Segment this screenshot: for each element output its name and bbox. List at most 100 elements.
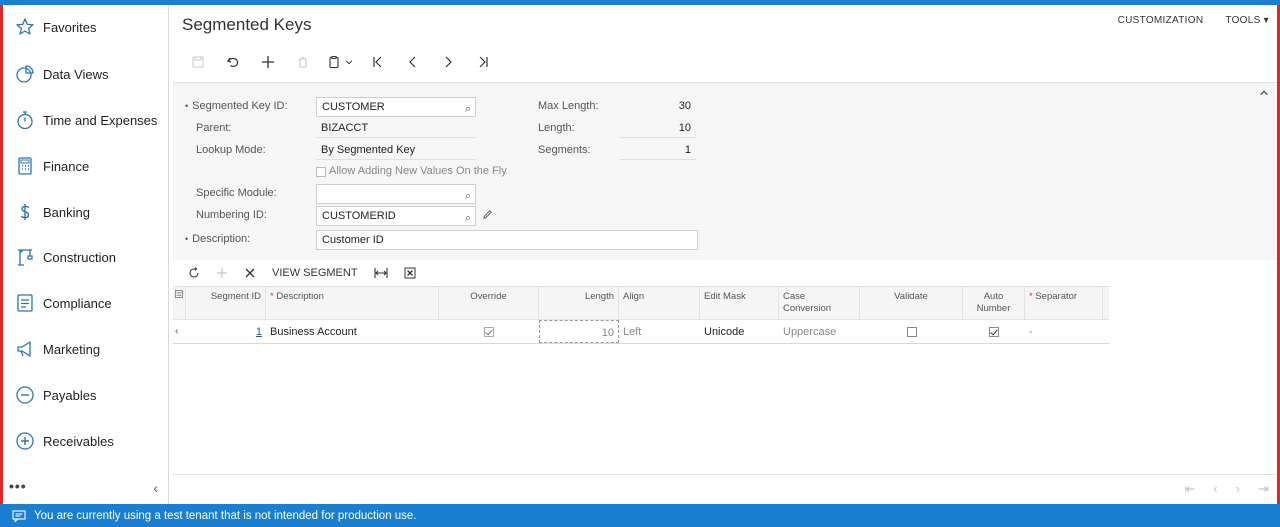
specific-module-label: Specific Module: [196, 187, 277, 199]
close-icon [245, 268, 255, 278]
auto-number-cell[interactable] [963, 320, 1025, 343]
sidebar-item-label: Finance [43, 158, 90, 174]
chevron-up-icon [1260, 90, 1268, 96]
sidebar-item-favorites[interactable]: Favorites [3, 11, 169, 43]
col-description[interactable]: * Description [266, 287, 439, 319]
pager-prev-icon[interactable]: ‹ [1213, 481, 1217, 497]
align-cell[interactable]: Left [619, 320, 700, 343]
table-row[interactable]: ‹ 1 Business Account 10 Left Unicode Upp… [173, 320, 1109, 344]
description-field[interactable]: Customer ID [316, 230, 698, 250]
allow-adding-checkbox[interactable] [316, 167, 326, 177]
edit-mask-cell[interactable]: Unicode [700, 320, 779, 343]
last-icon [479, 56, 488, 68]
col-case-conversion[interactable]: Case Conversion [779, 287, 860, 319]
col-length[interactable]: Length [539, 287, 619, 319]
segments-value: 1 [619, 140, 696, 160]
sidebar-collapse-button[interactable]: ‹ [153, 480, 158, 496]
pager-first-icon[interactable]: ⇤ [1185, 481, 1196, 497]
tools-menu[interactable]: TOOLS ▾ [1225, 15, 1269, 26]
add-button[interactable] [250, 51, 285, 73]
fit-columns-button[interactable] [366, 263, 396, 283]
more-menu-button[interactable]: ••• [9, 478, 27, 494]
chevron-down-icon [345, 60, 353, 65]
export-excel-button[interactable] [396, 263, 424, 283]
first-icon [372, 56, 381, 68]
undo-button[interactable] [215, 51, 250, 73]
save-icon [192, 56, 203, 68]
sidebar-item-label: Data Views [43, 66, 109, 82]
sidebar-item-payables[interactable]: Payables [3, 379, 169, 411]
save-button[interactable] [180, 51, 215, 73]
grid-pager: ⇤ ‹ › ⇥ [1185, 481, 1270, 497]
last-record-button[interactable] [465, 51, 500, 73]
search-icon[interactable]: ⌕ [465, 209, 471, 227]
collapse-form-button[interactable] [1259, 87, 1269, 101]
sidebar-item-marketing[interactable]: Marketing [3, 333, 169, 365]
refresh-button[interactable] [180, 263, 208, 283]
fit-width-icon [374, 268, 388, 278]
validate-cell[interactable] [860, 320, 963, 343]
sidebar-item-finance[interactable]: Finance [3, 150, 169, 182]
sidebar-item-time-and-expenses[interactable]: Time and Expenses [3, 104, 169, 136]
search-icon[interactable]: ⌕ [465, 187, 471, 205]
parent-label: Parent: [196, 122, 232, 134]
segmented-key-id-label: • Segmented Key ID: [185, 100, 288, 112]
col-auto-number[interactable]: Auto Number [963, 287, 1025, 319]
message-icon [12, 509, 26, 522]
length-cell[interactable]: 10 [539, 320, 619, 343]
pager-next-icon[interactable]: › [1236, 481, 1240, 497]
parent-value: BIZACCT [316, 118, 476, 138]
col-separator[interactable]: * Separator [1025, 287, 1103, 319]
sidebar-item-data-views[interactable]: Data Views [3, 58, 169, 90]
sidebar-item-label: Time and Expenses [43, 112, 158, 128]
sidebar-item-construction[interactable]: Construction [3, 241, 169, 273]
segments-grid: Segment ID * Description Override Length… [173, 286, 1109, 344]
segment-description-cell[interactable]: Business Account [266, 320, 439, 343]
sidebar-item-compliance[interactable]: Compliance [3, 287, 169, 319]
previous-record-button[interactable] [395, 51, 430, 73]
first-record-button[interactable] [360, 51, 395, 73]
segment-id-link[interactable]: 1 [186, 320, 266, 343]
col-validate[interactable]: Validate [860, 287, 963, 319]
pager-last-icon[interactable]: ⇥ [1258, 481, 1269, 497]
lookup-mode-label: Lookup Mode: [196, 144, 266, 156]
length-value: 10 [619, 118, 696, 138]
override-checkbox[interactable] [484, 327, 494, 338]
col-segment-id[interactable]: Segment ID [186, 287, 266, 319]
select-all-cell[interactable] [173, 287, 186, 319]
col-align[interactable]: Align [619, 287, 700, 319]
next-record-button[interactable] [430, 51, 465, 73]
delete-row-button[interactable] [236, 263, 264, 283]
override-cell[interactable] [439, 320, 539, 343]
specific-module-field[interactable]: ⌕ [316, 184, 476, 204]
summary-form: • Segmented Key ID: CUSTOMER ⌕ Parent: BI… [173, 82, 1277, 260]
add-row-button[interactable] [208, 263, 236, 283]
search-icon[interactable]: ⌕ [465, 100, 471, 118]
row-indicator-icon: ‹ [175, 326, 179, 337]
numbering-id-field[interactable]: CUSTOMERID ⌕ [316, 206, 476, 226]
case-conversion-cell[interactable]: Uppercase [779, 320, 860, 343]
minus-circle-icon [15, 385, 35, 405]
delete-button[interactable] [285, 51, 320, 73]
megaphone-icon [15, 339, 35, 359]
edit-pencil-icon[interactable] [482, 209, 493, 223]
validate-checkbox[interactable] [906, 327, 917, 338]
sidebar-item-label: Construction [43, 249, 116, 265]
separator-cell[interactable]: - [1025, 320, 1103, 343]
col-edit-mask[interactable]: Edit Mask [700, 287, 779, 319]
main-content: Segmented Keys CUSTOMIZATION TOOLS ▾ • S… [170, 5, 1277, 504]
sidebar-item-label: Payables [43, 387, 97, 403]
sidebar-item-banking[interactable]: Banking [3, 196, 169, 228]
plus-icon [261, 56, 274, 68]
length-label: Length: [538, 122, 575, 134]
segmented-key-id-field[interactable]: CUSTOMER ⌕ [316, 97, 476, 117]
clipboard-menu-button[interactable] [320, 51, 360, 73]
sidebar-item-receivables[interactable]: Receivables [3, 425, 169, 457]
grid-toolbar: VIEW SEGMENT [180, 263, 424, 283]
view-segment-button[interactable]: VIEW SEGMENT [264, 263, 366, 283]
auto-number-checkbox[interactable] [989, 327, 999, 338]
plus-circle-icon [15, 431, 35, 451]
main-toolbar [180, 51, 500, 73]
customization-menu[interactable]: CUSTOMIZATION [1118, 15, 1204, 26]
col-override[interactable]: Override [439, 287, 539, 319]
